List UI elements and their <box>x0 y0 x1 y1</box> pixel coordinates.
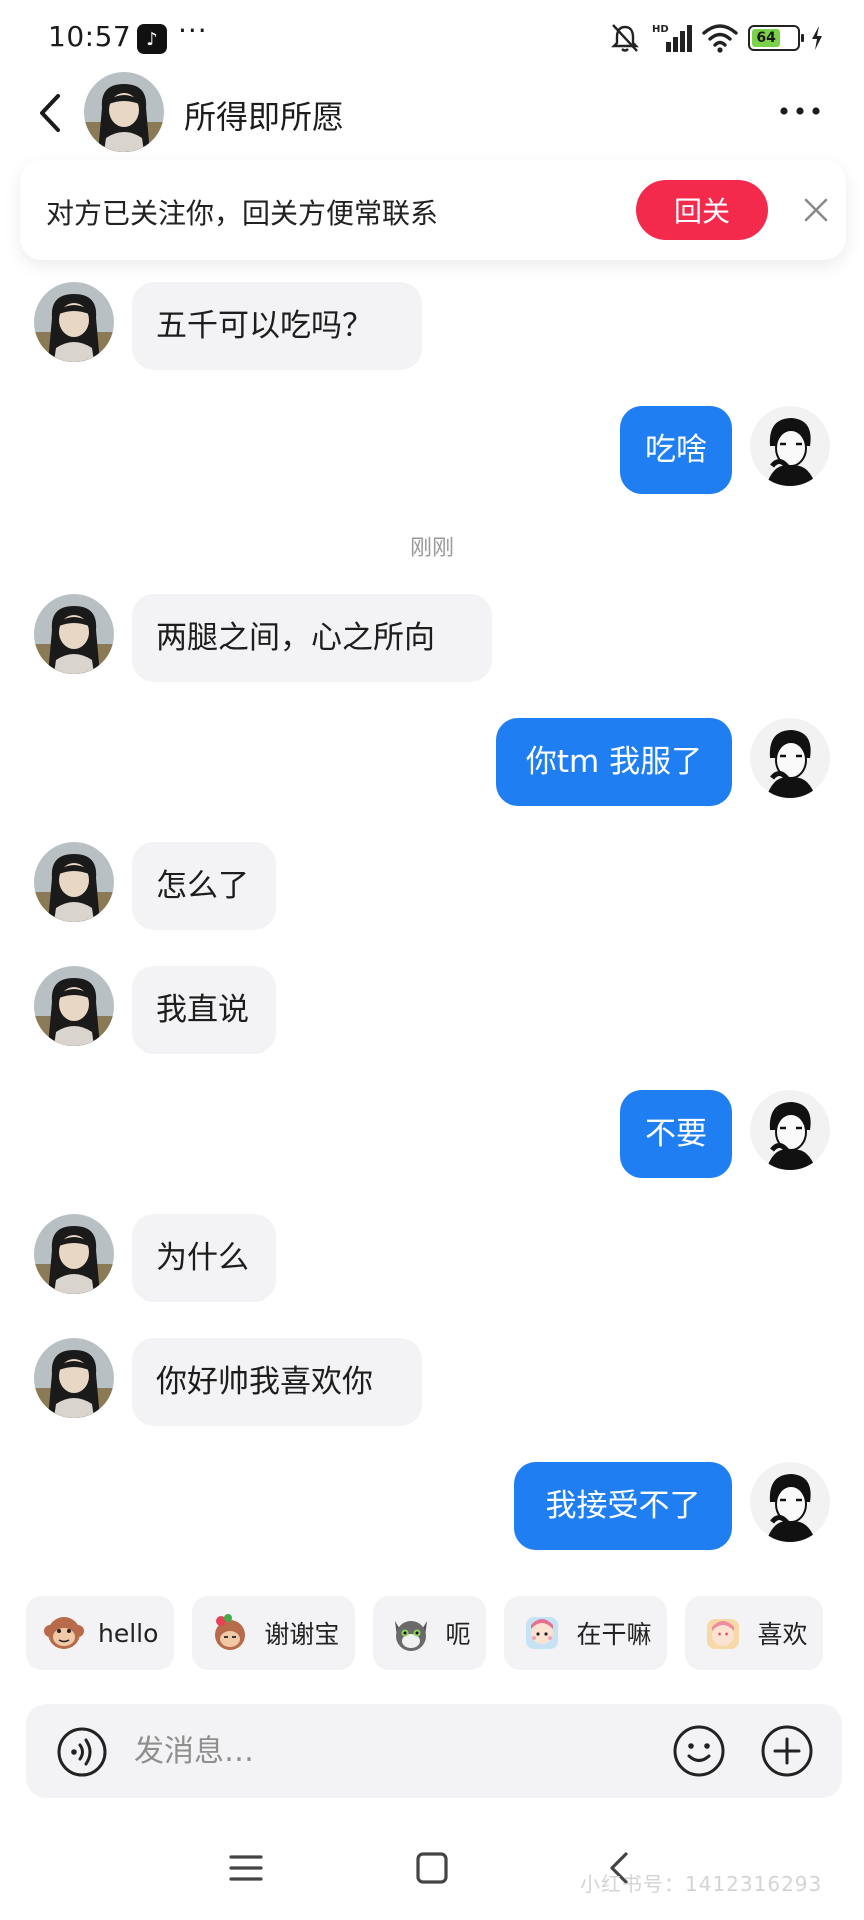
contact-avatar[interactable] <box>34 842 114 922</box>
contact-avatar[interactable] <box>34 1214 114 1294</box>
quick-reply-uh[interactable]: 呃 <box>373 1596 487 1670</box>
contact-name: 所得即所愿 <box>184 98 345 136</box>
more-options-icon[interactable] <box>776 96 824 126</box>
voice-input-icon[interactable] <box>56 1726 108 1778</box>
mute-icon <box>611 24 639 52</box>
battery-level: 64 <box>752 29 781 47</box>
quick-reply-thanks[interactable]: 谢谢宝 <box>192 1596 356 1670</box>
incoming-message-row: 五千可以吃吗？ <box>0 282 864 372</box>
quick-reply-label: 呃 <box>445 1620 471 1649</box>
contact-avatar[interactable] <box>34 594 114 674</box>
incoming-message-bubble[interactable]: 怎么了 <box>132 842 276 930</box>
love-girl-sticker-icon <box>707 1619 740 1649</box>
quick-reply-label: 喜欢 <box>757 1620 808 1649</box>
incoming-message-bubble[interactable]: 两腿之间，心之所向 <box>132 594 492 682</box>
outgoing-message-row: 我接受不了 <box>0 1462 864 1552</box>
quick-reply-what-doing[interactable]: 在干嘛 <box>504 1596 668 1670</box>
outgoing-message-row: 不要 <box>0 1090 864 1180</box>
recent-apps-icon[interactable] <box>228 1850 264 1886</box>
follow-back-banner: 对方已关注你，回关方便常联系 回关 <box>20 160 846 260</box>
system-nav-bar: 小红书号：1412316293 <box>0 1830 864 1920</box>
outgoing-message-row: 你tm 我服了 <box>0 718 864 808</box>
bowing-monkey-sticker-icon <box>215 1614 246 1650</box>
my-avatar[interactable] <box>750 406 830 486</box>
outgoing-message-bubble[interactable]: 你tm 我服了 <box>496 718 732 806</box>
cell-signal-icon: HD <box>652 24 692 52</box>
outgoing-message-bubble[interactable]: 不要 <box>620 1090 732 1178</box>
status-indicators: HD 64 <box>608 22 824 54</box>
add-attachment-icon[interactable] <box>760 1724 814 1778</box>
incoming-message-row: 为什么 <box>0 1214 864 1304</box>
incoming-message-row: 我直说 <box>0 966 864 1056</box>
battery-percent: 64 <box>756 30 776 46</box>
status-bar: 10:57 ♪ ··· HD 64 <box>0 0 864 72</box>
quick-reply-label: 谢谢宝 <box>264 1620 340 1649</box>
girl-sticker-icon <box>526 1617 559 1649</box>
my-avatar[interactable] <box>750 718 830 798</box>
emoji-icon[interactable] <box>672 1724 726 1778</box>
battery-icon: 64 <box>748 25 804 51</box>
incoming-message-row: 两腿之间，心之所向 <box>0 594 864 684</box>
incoming-message-bubble[interactable]: 你好帅我喜欢你 <box>132 1338 422 1426</box>
quick-reply-label: hello <box>98 1618 159 1648</box>
contact-avatar[interactable] <box>34 966 114 1046</box>
outgoing-message-bubble[interactable]: 我接受不了 <box>514 1462 732 1550</box>
home-icon[interactable] <box>414 1850 450 1886</box>
incoming-message-bubble[interactable]: 为什么 <box>132 1214 276 1302</box>
contact-avatar[interactable] <box>34 1338 114 1418</box>
outgoing-message-row: 吃啥 <box>0 406 864 496</box>
message-timestamp: 刚刚 <box>409 536 454 561</box>
message-input[interactable] <box>134 1724 534 1778</box>
my-avatar[interactable] <box>750 1090 830 1170</box>
chat-header: 所得即所愿 <box>0 72 864 162</box>
cat-sticker-icon <box>395 1621 428 1651</box>
quick-reply-hello[interactable]: hello <box>26 1596 175 1670</box>
more-notifications-icon: ··· <box>178 14 208 47</box>
watermark: 小红书号：1412316293 <box>580 1872 823 1896</box>
outgoing-message-bubble[interactable]: 吃啥 <box>620 406 732 494</box>
quick-reply-like[interactable]: 喜欢 <box>685 1596 824 1670</box>
charging-icon <box>812 26 822 50</box>
message-input-bar <box>26 1704 842 1798</box>
network-label: HD <box>652 24 669 35</box>
close-icon[interactable] <box>802 196 830 224</box>
quick-reply-bar: hello 谢谢宝 呃 在干嘛 喜欢 <box>26 1596 856 1670</box>
contact-avatar[interactable] <box>84 72 164 152</box>
follow-back-text: 对方已关注你，回关方便常联系 <box>46 197 439 230</box>
back-arrow-icon[interactable] <box>30 88 70 138</box>
follow-back-button[interactable]: 回关 <box>636 180 768 240</box>
incoming-message-row: 怎么了 <box>0 842 864 932</box>
my-avatar[interactable] <box>750 1462 830 1542</box>
tiktok-notification-icon: ♪ <box>137 24 167 54</box>
incoming-message-bubble[interactable]: 我直说 <box>132 966 276 1054</box>
incoming-message-bubble[interactable]: 五千可以吃吗？ <box>132 282 422 370</box>
quick-reply-label: 在干嘛 <box>576 1620 652 1649</box>
wifi-icon <box>702 24 738 53</box>
monkey-sticker-icon <box>44 1617 84 1649</box>
contact-avatar[interactable] <box>34 282 114 362</box>
incoming-message-row: 你好帅我喜欢你 <box>0 1338 864 1428</box>
status-time: 10:57 <box>48 20 132 53</box>
